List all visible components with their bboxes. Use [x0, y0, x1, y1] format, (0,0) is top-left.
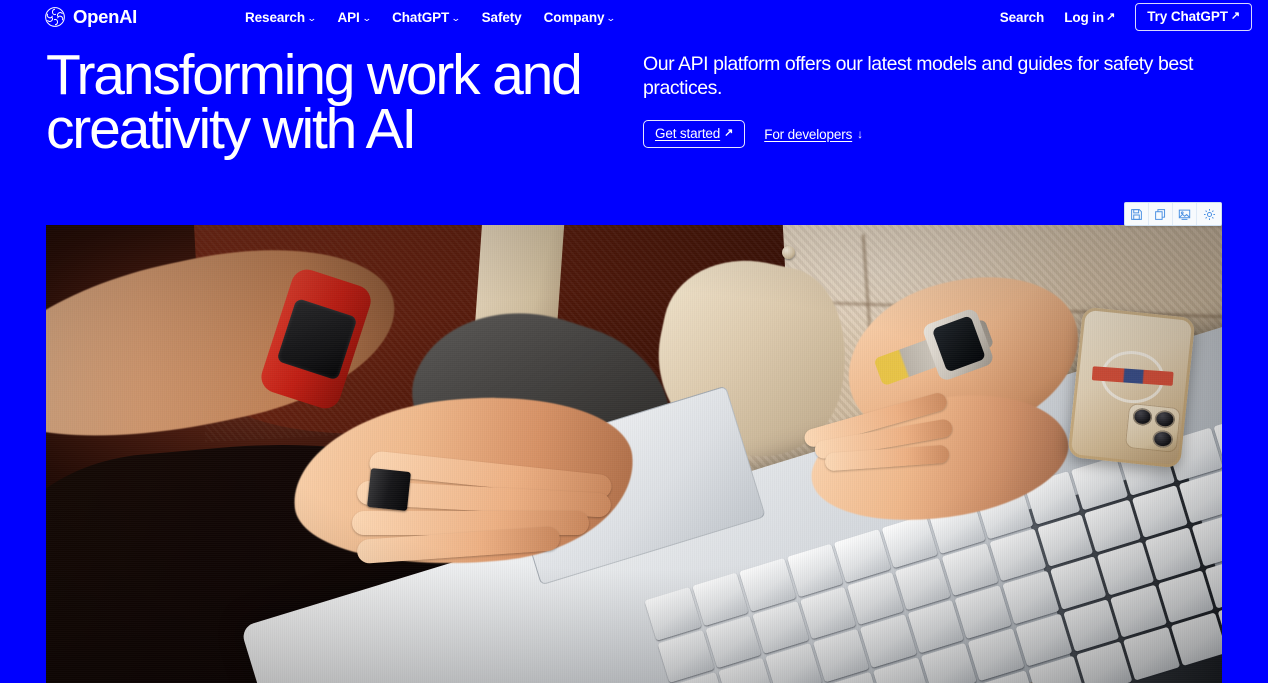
nav-item-chatgpt[interactable]: ChatGPT ⌄ — [392, 9, 461, 25]
search-button[interactable]: Search — [999, 9, 1045, 25]
nav-item-api[interactable]: API ⌄ — [337, 9, 372, 25]
hero-photo-composition — [46, 225, 1222, 683]
login-label: Log in — [1064, 9, 1105, 25]
photo-shirt-button — [782, 245, 796, 259]
chevron-down-icon: ⌄ — [450, 12, 461, 23]
try-chatgpt-label: Try ChatGPT — [1147, 9, 1228, 24]
for-developers-link[interactable]: For developers ↓ — [764, 127, 863, 142]
nav-item-company[interactable]: Company ⌄ — [543, 9, 617, 25]
brand-logo-link[interactable]: OpenAI — [44, 6, 137, 28]
search-label: Search — [999, 9, 1045, 25]
top-navigation-bar: OpenAI Research ⌄ API ⌄ ChatGPT ⌄ Safety… — [0, 0, 1268, 34]
get-started-label: Get started — [655, 126, 721, 141]
photo-right-fingers — [799, 391, 987, 481]
secondary-nav-links: Search Log in ↗ Try ChatGPT ↗ — [1000, 3, 1252, 31]
arrow-up-right-icon: ↗ — [1230, 10, 1240, 22]
primary-nav-links: Research ⌄ API ⌄ ChatGPT ⌄ Safety Compan… — [245, 9, 617, 25]
arrow-up-right-icon: ↗ — [1106, 10, 1116, 23]
chevron-down-icon: ⌄ — [361, 12, 372, 23]
brand-name: OpenAI — [73, 5, 137, 27]
photo-phone-camera-module — [1125, 402, 1182, 454]
gear-icon — [1203, 208, 1216, 221]
copy-button[interactable] — [1149, 203, 1173, 225]
try-chatgpt-button[interactable]: Try ChatGPT ↗ — [1135, 3, 1252, 31]
nav-item-safety[interactable]: Safety — [482, 10, 522, 25]
photo-gold-iphone — [1067, 306, 1196, 469]
page-title: Transforming work and creativity with AI — [46, 47, 646, 158]
chevron-down-icon: ⌄ — [306, 12, 317, 23]
hero-description-block: Our API platform offers our latest model… — [643, 52, 1223, 148]
image-button[interactable] — [1173, 203, 1197, 225]
arrow-down-icon: ↓ — [857, 127, 864, 141]
nav-item-api-label: API — [337, 9, 360, 25]
save-button[interactable] — [1125, 203, 1149, 225]
image-action-toolbar — [1124, 202, 1222, 226]
hero-image — [46, 225, 1222, 683]
image-icon — [1178, 208, 1191, 221]
for-developers-label: For developers — [764, 126, 853, 142]
settings-button[interactable] — [1197, 203, 1221, 225]
login-link[interactable]: Log in ↗ — [1064, 10, 1115, 25]
headline-line-2: creativity with AI — [46, 97, 417, 161]
nav-item-research-label: Research — [245, 9, 305, 25]
openai-logo-icon — [44, 6, 66, 28]
arrow-up-right-icon: ↗ — [724, 127, 734, 139]
openai-homepage: OpenAI Research ⌄ API ⌄ ChatGPT ⌄ Safety… — [0, 0, 1268, 683]
nav-item-company-label: Company — [543, 9, 605, 25]
nav-item-safety-label: Safety — [481, 9, 522, 25]
hero-cta-group: Get started ↗ For developers ↓ — [643, 120, 1223, 148]
hero-description: Our API platform offers our latest model… — [643, 53, 1194, 99]
chevron-down-icon: ⌄ — [606, 12, 617, 23]
save-icon — [1130, 208, 1143, 221]
nav-item-research[interactable]: Research ⌄ — [245, 9, 317, 25]
nav-item-chatgpt-label: ChatGPT — [392, 9, 450, 25]
copy-icon — [1154, 208, 1167, 221]
get-started-button[interactable]: Get started ↗ — [643, 120, 746, 148]
photo-black-ring — [367, 468, 412, 511]
